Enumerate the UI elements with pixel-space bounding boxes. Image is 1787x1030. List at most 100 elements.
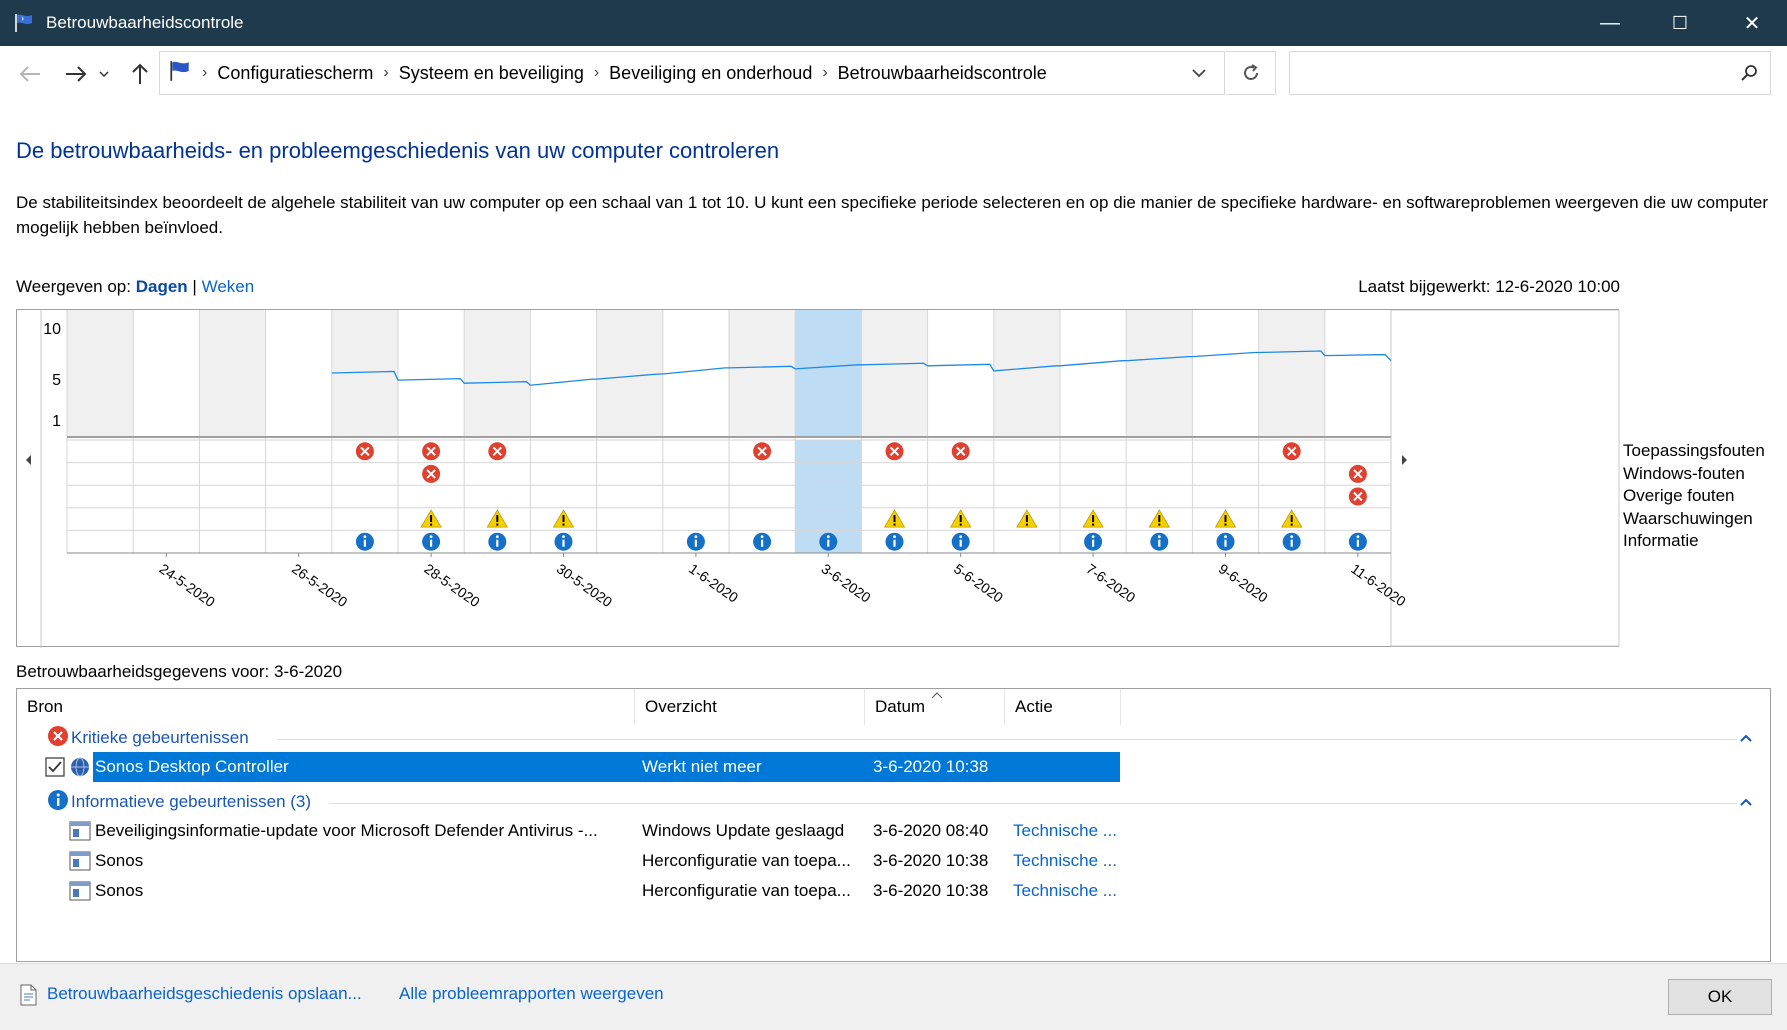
chevron-right-icon: › bbox=[822, 64, 828, 81]
row-source: Sonos bbox=[95, 851, 144, 870]
chevron-down-icon bbox=[1192, 69, 1206, 78]
day-column bbox=[1126, 310, 1193, 436]
row-date: 3-6-2020 10:38 bbox=[873, 851, 989, 870]
group-critical-events[interactable]: Kritieke gebeurtenissen bbox=[47, 725, 249, 751]
forward-button[interactable] bbox=[62, 60, 90, 88]
day-column bbox=[398, 310, 465, 436]
warning-icon-dot bbox=[893, 523, 896, 526]
info-icon-mark bbox=[1290, 539, 1293, 547]
ok-button[interactable]: OK bbox=[1668, 979, 1772, 1015]
info-icon-mark bbox=[959, 539, 962, 547]
day-column bbox=[133, 310, 200, 436]
stability-chart[interactable]: 10 5 1 24-5-2020 26-5-2020 28-5-2020 30-5-2020… bbox=[16, 309, 1620, 648]
warning-icon-mark bbox=[496, 515, 499, 523]
warning-icon-dot bbox=[1290, 523, 1293, 526]
info-icon-dot bbox=[959, 535, 963, 539]
info-icon-mark bbox=[893, 539, 896, 547]
up-button[interactable] bbox=[126, 60, 154, 88]
breadcrumb-control-panel[interactable]: Configuratiescherm bbox=[217, 63, 373, 84]
page-description: De stabiliteitsindex beoordeelt de algeh… bbox=[16, 193, 1769, 237]
view-all-reports-link[interactable]: Alle probleemrapporten weergeven bbox=[399, 984, 664, 1004]
day-column bbox=[795, 310, 862, 436]
info-icon-mark bbox=[1356, 539, 1359, 547]
arrow-left-icon bbox=[19, 66, 40, 82]
x-tick-label: 5-6-2020 bbox=[951, 560, 1006, 605]
search-icon[interactable] bbox=[1736, 60, 1762, 86]
column-header-summary[interactable]: Overzicht bbox=[635, 689, 865, 725]
row-action[interactable]: Technische ... bbox=[1013, 846, 1117, 876]
refresh-button[interactable] bbox=[1226, 51, 1276, 95]
reliability-details-list[interactable]: Bron Overzicht Datum Actie Kritieke gebe… bbox=[16, 688, 1771, 962]
table-row[interactable]: Sonos Herconfiguratie van toepa... 3-6-2… bbox=[17, 846, 1770, 876]
info-icon-dot bbox=[1290, 535, 1294, 539]
address-dropdown-button[interactable] bbox=[1174, 52, 1224, 94]
document-icon bbox=[18, 984, 38, 1011]
x-tick-label: 24-5-2020 bbox=[157, 560, 219, 610]
title-bar: Betrouwbaarheidscontrole — ☐ ✕ bbox=[0, 0, 1787, 46]
day-column bbox=[1060, 310, 1127, 436]
chevron-right-icon: › bbox=[383, 64, 389, 81]
close-button[interactable]: ✕ bbox=[1717, 0, 1787, 46]
minimize-button[interactable]: — bbox=[1575, 0, 1645, 46]
event-log-icon bbox=[69, 846, 91, 876]
row-action[interactable]: Technische ... bbox=[1013, 816, 1117, 846]
stability-chart-svg: 10 5 1 24-5-2020 26-5-2020 28-5-2020 30-5-2020… bbox=[26, 310, 1620, 648]
maximize-button[interactable]: ☐ bbox=[1645, 0, 1715, 46]
table-row[interactable]: Sonos Herconfiguratie van toepa... 3-6-2… bbox=[17, 876, 1770, 906]
info-icon-dot bbox=[1356, 535, 1360, 539]
info-icon-mark bbox=[1224, 539, 1227, 547]
scroll-left-icon[interactable] bbox=[26, 455, 31, 465]
x-tick-label: 1-6-2020 bbox=[686, 560, 741, 605]
collapse-chevron-icon[interactable] bbox=[1740, 729, 1752, 745]
day-column bbox=[1192, 310, 1259, 436]
day-column bbox=[927, 310, 994, 436]
back-button[interactable] bbox=[16, 60, 44, 88]
view-by-label: Weergeven op: bbox=[16, 277, 131, 296]
row-date: 3-6-2020 08:40 bbox=[873, 821, 989, 840]
row-date: 3-6-2020 10:38 bbox=[873, 757, 989, 776]
flag-icon bbox=[12, 11, 36, 35]
warning-icon-dot bbox=[430, 523, 433, 526]
error-icon bbox=[47, 725, 69, 752]
row-checkbox[interactable] bbox=[45, 752, 65, 782]
day-event-column bbox=[199, 440, 266, 553]
row-source: Sonos bbox=[95, 881, 144, 900]
info-icon-dot bbox=[893, 535, 896, 539]
warning-icon-mark bbox=[430, 515, 433, 523]
collapse-chevron-icon[interactable] bbox=[1740, 793, 1752, 809]
save-history-link[interactable]: Betrouwbaarheidsgeschiedenis opslaan... bbox=[47, 984, 362, 1004]
warning-icon-dot bbox=[1092, 523, 1095, 526]
row-action[interactable]: Technische ... bbox=[1013, 876, 1117, 906]
y-tick-label: 1 bbox=[52, 413, 61, 430]
recent-dropdown-button[interactable] bbox=[96, 60, 112, 88]
breadcrumb-system-security[interactable]: Systeem en beveiliging bbox=[399, 63, 584, 84]
day-column bbox=[1324, 310, 1391, 436]
group-informational-events[interactable]: Informatieve gebeurtenissen (3) bbox=[47, 789, 311, 815]
info-icon-dot bbox=[760, 535, 764, 539]
breadcrumb-security-maintenance[interactable]: Beveiliging en onderhoud bbox=[609, 63, 812, 84]
view-days-link[interactable]: Dagen bbox=[136, 277, 188, 296]
legend-item: Windows-fouten bbox=[1623, 463, 1745, 483]
warning-icon-dot bbox=[1224, 523, 1227, 526]
warning-icon-dot bbox=[496, 523, 499, 526]
table-row[interactable]: Sonos Desktop Controller Werkt niet meer… bbox=[17, 752, 1770, 782]
table-row[interactable]: Beveiligingsinformatie-update voor Micro… bbox=[17, 816, 1770, 846]
info-icon-mark bbox=[827, 539, 830, 547]
column-header-action[interactable]: Actie bbox=[1005, 689, 1121, 725]
info-icon-dot bbox=[429, 535, 433, 539]
address-bar[interactable]: › Configuratiescherm › Systeem en beveil… bbox=[159, 51, 1225, 95]
day-column bbox=[729, 310, 796, 436]
warning-icon-dot bbox=[1158, 523, 1161, 526]
info-icon-mark bbox=[430, 539, 433, 547]
row-summary: Herconfiguratie van toepa... bbox=[642, 851, 851, 870]
x-tick-label: 3-6-2020 bbox=[819, 560, 874, 605]
day-column bbox=[199, 310, 266, 436]
group-divider bbox=[329, 803, 1737, 804]
search-box[interactable] bbox=[1289, 51, 1771, 95]
info-icon-dot bbox=[1224, 535, 1227, 539]
column-header-source[interactable]: Bron bbox=[17, 689, 635, 725]
info-icon-mark bbox=[496, 539, 499, 547]
view-weeks-link[interactable]: Weken bbox=[202, 277, 255, 296]
last-updated: Laatst bijgewerkt: 12-6-2020 10:00 bbox=[1358, 277, 1620, 296]
breadcrumb-reliability-monitor[interactable]: Betrouwbaarheidscontrole bbox=[838, 63, 1047, 84]
